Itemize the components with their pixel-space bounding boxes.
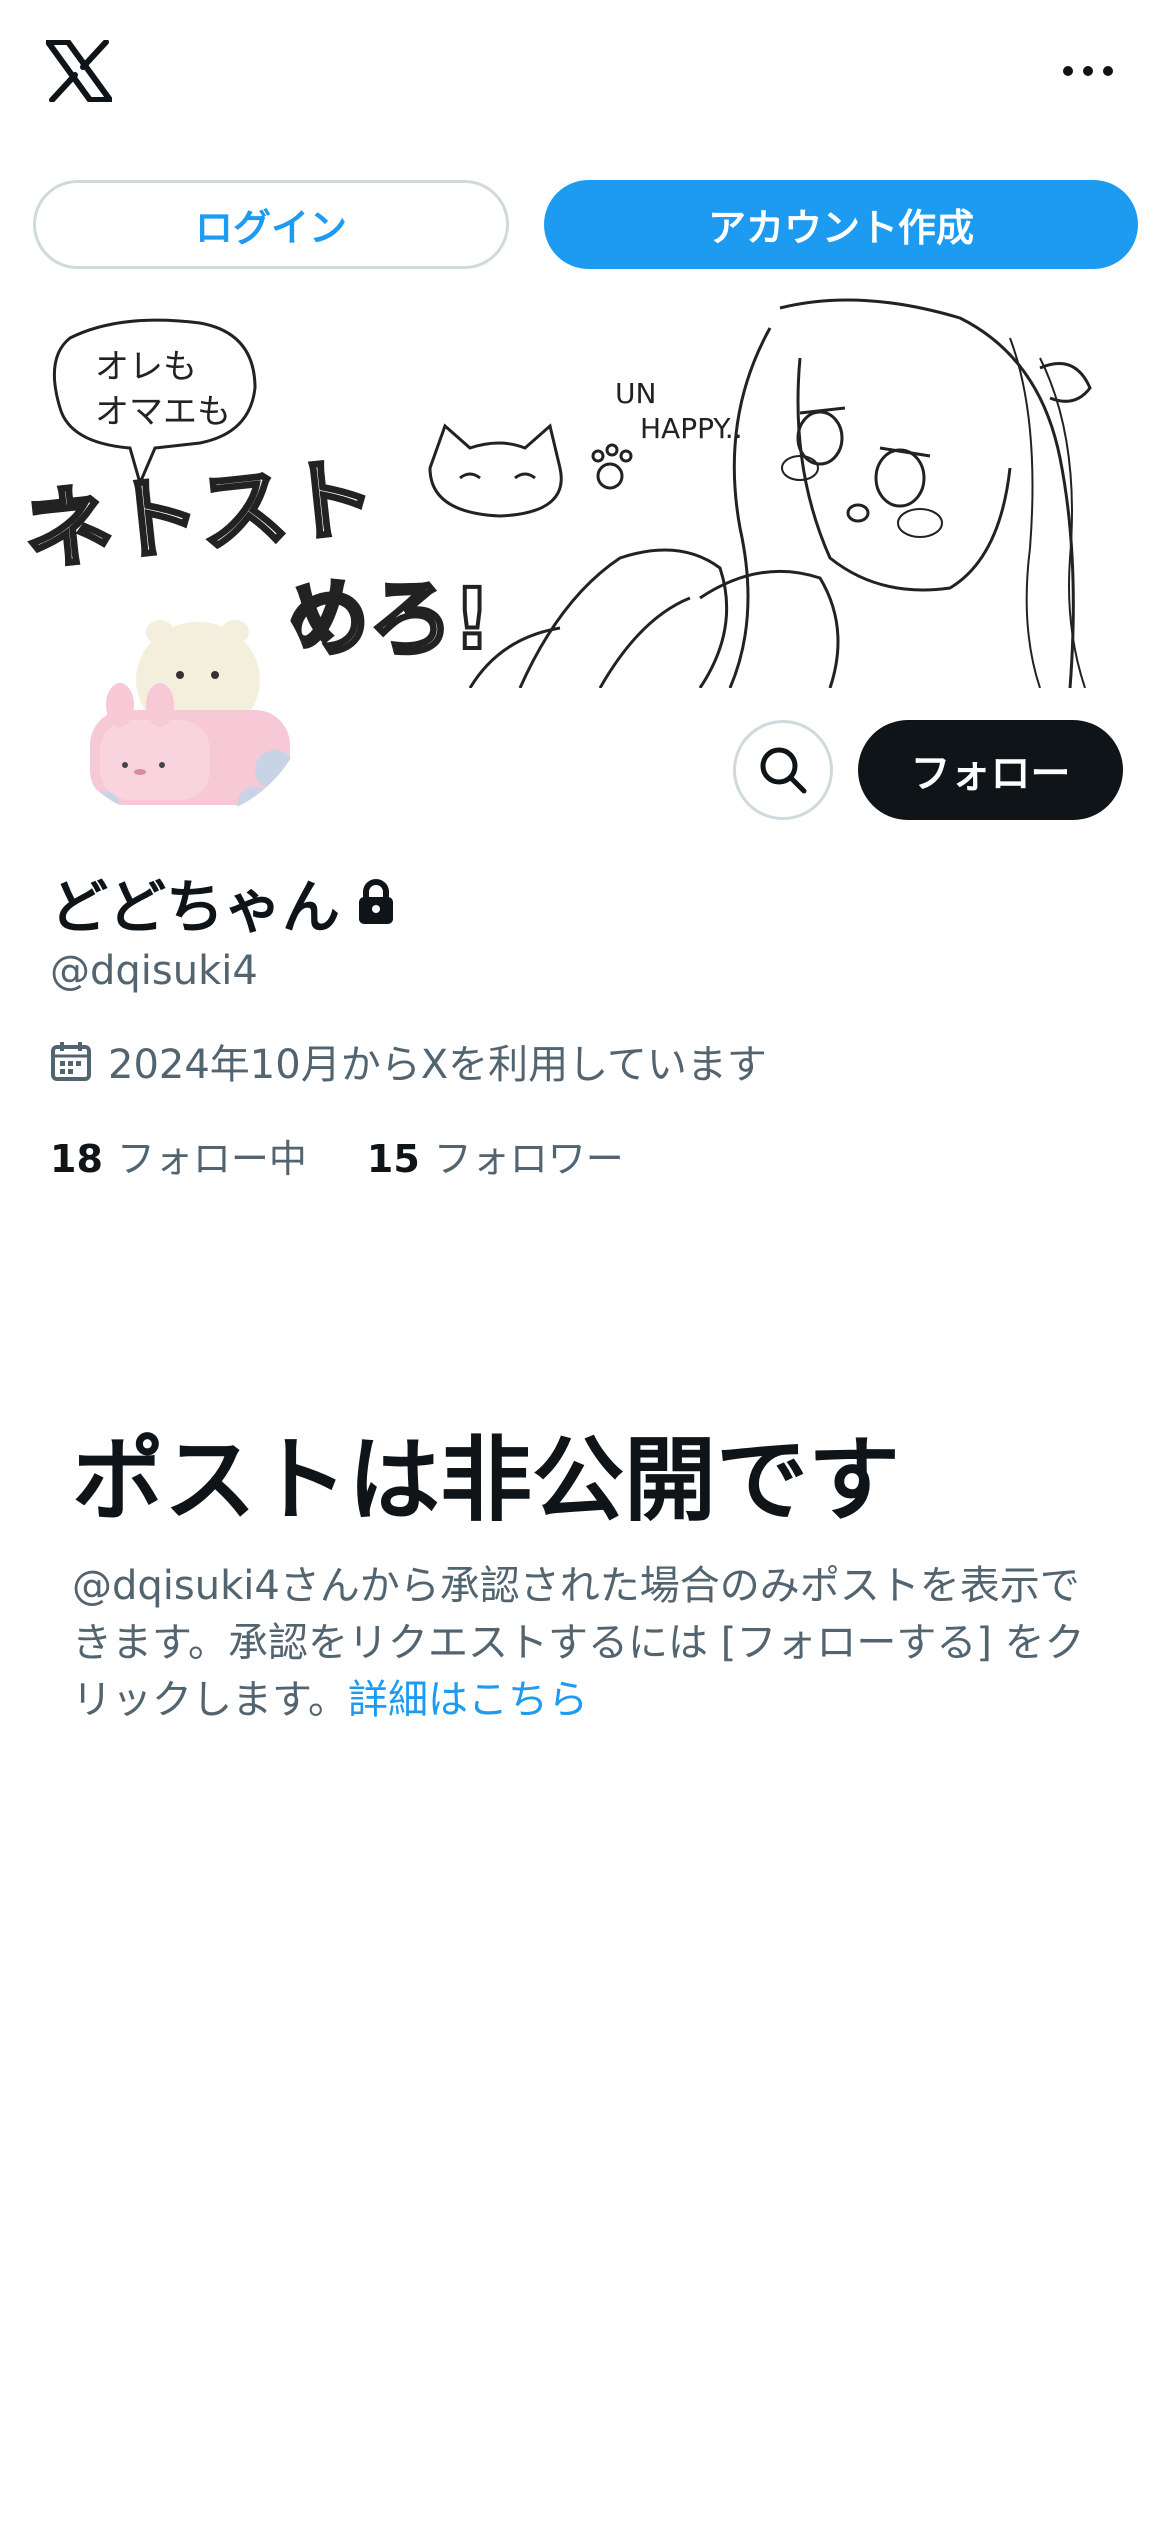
following-count: 18 [50, 1137, 103, 1181]
signup-button[interactable]: アカウント作成 [544, 180, 1138, 269]
search-button[interactable] [733, 720, 833, 820]
banner-text-2: オマエも [95, 392, 231, 432]
following-label: フォロー中 [116, 1137, 307, 1181]
lock-icon [359, 879, 394, 924]
private-title: ポストは非公開です [72, 1427, 901, 1534]
follow-stats: 18 フォロー中 15 フォロワー [50, 1128, 1130, 1183]
top-bar [0, 0, 1170, 150]
followers-link[interactable]: 15 フォロワー [367, 1128, 624, 1183]
private-description: @dqisuki4さんから承認された場合のみポストを表示できます。承認をリクエス… [72, 1558, 1112, 1729]
joined-date-row: 2024年10月からXを利用しています [50, 1032, 1130, 1090]
followers-label: フォロワー [433, 1137, 624, 1181]
joined-date: 2024年10月からXを利用しています [108, 1042, 767, 1088]
x-logo-icon[interactable] [46, 40, 112, 102]
login-button[interactable]: ログイン [33, 180, 509, 269]
calendar-icon [51, 1042, 91, 1081]
more-dots-icon[interactable] [1058, 56, 1118, 86]
display-name: どどちゃん [50, 873, 341, 941]
avatar[interactable] [50, 560, 310, 820]
profile-info: どどちゃん @dqisuki4 2024年10月からXを利用しています 18 フォ… [50, 862, 1130, 1183]
private-notice: ポストは非公開です @dqisuki4さんから承認された場合のみポストを表示でき… [72, 1428, 1112, 1729]
banner-text-5: UN [615, 377, 656, 410]
learn-more-link[interactable]: 詳細はこちら [348, 1677, 588, 1723]
avatar-plush-image [50, 560, 310, 820]
profile-handle: @dqisuki4 [50, 948, 258, 994]
followers-count: 15 [366, 1137, 420, 1181]
auth-row: ログイン アカウント作成 [0, 180, 1170, 270]
follow-button[interactable]: フォロー [858, 720, 1123, 820]
banner-text-4: めろ! [285, 570, 491, 668]
banner-text-6: HAPPY.. [640, 412, 743, 445]
search-icon [760, 747, 807, 794]
banner-text-1: オレも [95, 347, 197, 387]
following-link[interactable]: 18 フォロー中 [50, 1128, 307, 1183]
